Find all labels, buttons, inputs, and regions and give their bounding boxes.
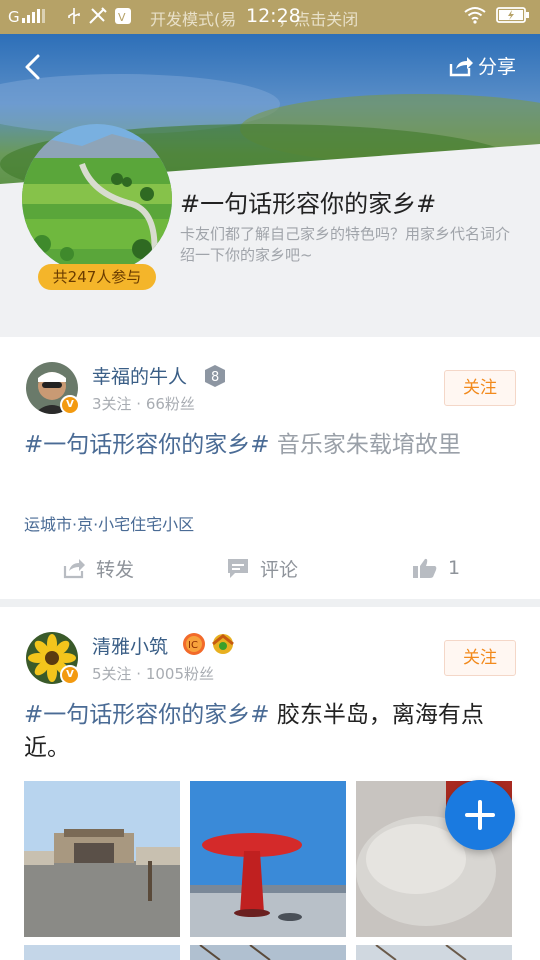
share-label: 分享	[477, 56, 516, 78]
chevron-left-icon	[25, 54, 40, 80]
plus-icon	[465, 800, 495, 830]
status-icons-right	[464, 6, 530, 28]
svg-text:G: G	[8, 8, 20, 25]
post-card[interactable]: V 幸福的牛人 8 3关注 · 66粉丝 关注 #一句话形容你的家乡# 音乐家朱…	[0, 337, 540, 599]
feed-divider	[0, 599, 540, 607]
location-link[interactable]: 运城市·京·小宅住宅小区	[24, 511, 194, 535]
like-button[interactable]: 1	[412, 545, 460, 591]
comment-label: 评论	[260, 558, 299, 581]
compose-button[interactable]	[445, 780, 515, 850]
tools-icon	[88, 7, 108, 29]
medal-badge-icon: IC	[182, 632, 206, 660]
level-number: 8	[211, 370, 219, 385]
post-actions: 转发 评论 1	[0, 545, 540, 591]
repost-label: 转发	[96, 558, 135, 581]
post-photo[interactable]	[356, 945, 512, 960]
post-card[interactable]: V 清雅小筑 IC 5关注 · 1005粉丝 关注 #一句话形容你的家乡# 胶东…	[0, 607, 540, 960]
user-name[interactable]: 清雅小筑	[92, 632, 168, 659]
comment-icon	[228, 559, 248, 578]
wifi-icon	[464, 6, 486, 28]
share-button[interactable]: 分享	[448, 52, 516, 79]
thumbs-up-icon	[413, 558, 437, 578]
post-body: 音乐家朱载堉故里	[269, 432, 461, 458]
post-photo[interactable]	[190, 945, 346, 960]
topic-title: #一句话形容你的家乡#	[180, 190, 437, 218]
svg-text:IC: IC	[188, 640, 198, 651]
status-bar: G V 开发模式(易 ，点击关闭 12:28	[0, 0, 540, 34]
verified-icon: V	[60, 665, 80, 685]
hashtag-link[interactable]: #一句话形容你的家乡#	[24, 432, 270, 458]
topic-image	[22, 124, 172, 274]
svg-text:V: V	[118, 11, 126, 24]
level-badge-icon: 8	[204, 364, 226, 392]
participants-badge: 共247人参与	[38, 264, 156, 290]
topic-description: 卡友们都了解自己家乡的特色吗？用家乡代名词介绍一下你的家乡吧~	[180, 225, 511, 264]
dev-mode-text: 开发模式(易	[150, 10, 237, 29]
clock: 12:28	[246, 5, 301, 27]
follow-button[interactable]: 关注	[444, 640, 516, 676]
share-icon	[449, 56, 473, 76]
user-meta: 5关注 · 1005粉丝	[92, 665, 215, 683]
verified-icon: V	[60, 395, 80, 415]
status-icons-left: G V	[8, 7, 132, 29]
follow-button[interactable]: 关注	[444, 370, 516, 406]
signal-icon: G	[8, 7, 60, 29]
post-text: #一句话形容你的家乡# 音乐家朱载堉故里	[24, 429, 516, 462]
hashtag-link[interactable]: #一句话形容你的家乡#	[24, 702, 270, 728]
post-text: #一句话形容你的家乡# 胶东半岛，离海有点近。	[24, 699, 516, 765]
usb-icon	[66, 7, 82, 29]
repost-icon	[63, 559, 85, 579]
post-photo[interactable]	[24, 945, 180, 960]
achievement-badge-icon	[210, 632, 236, 660]
post-photo[interactable]	[190, 781, 346, 937]
user-meta: 3关注 · 66粉丝	[92, 395, 195, 413]
post-photo[interactable]	[24, 781, 180, 937]
user-name[interactable]: 幸福的牛人	[92, 362, 187, 389]
like-count: 1	[448, 557, 461, 579]
app-notification-icon: V	[114, 7, 132, 29]
topic-header: 分享 共247人参与 #一句话形容你的家乡# 卡友们都了解自己家乡的特色吗？用家…	[0, 34, 540, 337]
comment-button[interactable]: 评论	[226, 545, 298, 591]
back-button[interactable]	[18, 50, 48, 84]
repost-button[interactable]: 转发	[62, 545, 134, 591]
battery-icon	[496, 6, 530, 28]
